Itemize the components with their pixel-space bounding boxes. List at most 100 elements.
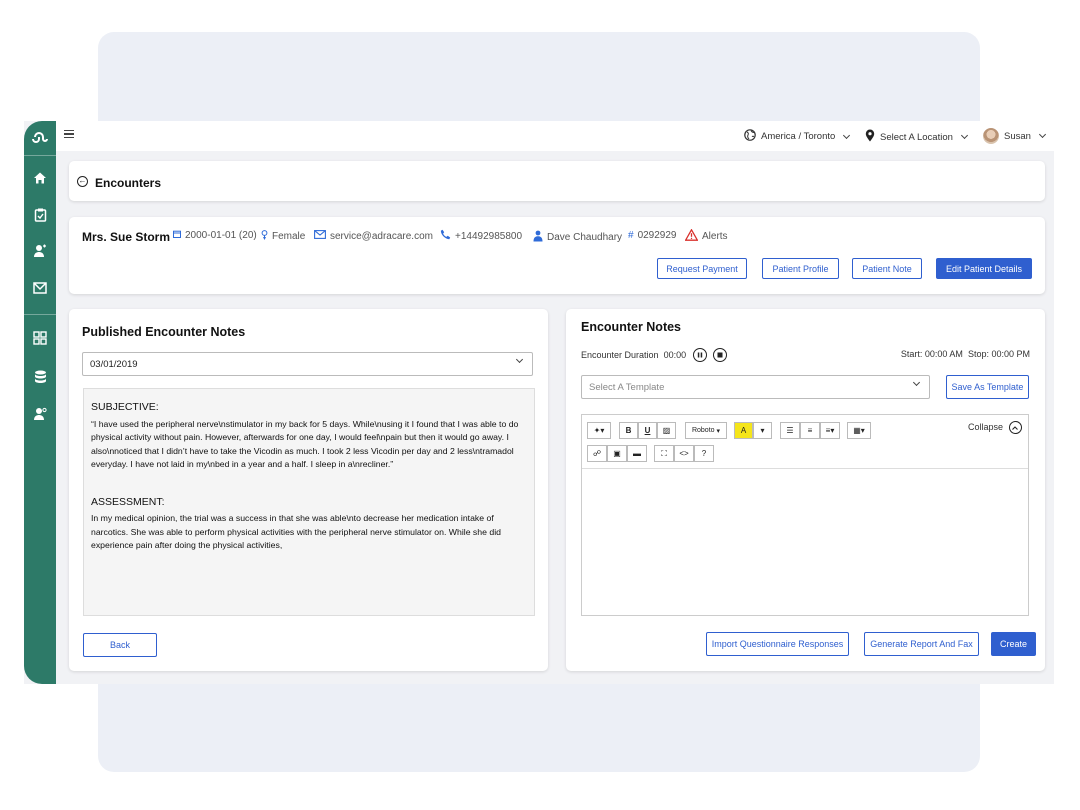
edit-patient-details-button[interactable]: Edit Patient Details bbox=[936, 258, 1032, 279]
highlight-button[interactable]: A bbox=[734, 422, 753, 439]
image-icon: ▣ bbox=[613, 449, 621, 458]
patient-gender: Female bbox=[261, 230, 305, 243]
patient-id: # 0292929 bbox=[628, 230, 677, 241]
sidebar-divider bbox=[24, 314, 56, 315]
avatar bbox=[983, 128, 999, 144]
gender-icon bbox=[261, 230, 268, 243]
encounter-times: Start: 00:00 AM Stop: 00:00 PM bbox=[901, 349, 1030, 359]
bullet-list-icon: ☰ bbox=[786, 426, 794, 435]
import-questionnaire-button[interactable]: Import Questionnaire Responses bbox=[706, 632, 849, 656]
user-name: Susan bbox=[1004, 130, 1031, 142]
user-menu[interactable]: Susan bbox=[983, 128, 1046, 144]
patient-card: Mrs. Sue Storm 2000-01-01 (20) Female se… bbox=[69, 217, 1045, 294]
top-bar: America / Toronto Select A Location Susa… bbox=[56, 121, 1054, 151]
editor-content-area[interactable] bbox=[582, 470, 1028, 615]
timezone-selector[interactable]: America / Toronto bbox=[744, 129, 851, 144]
patient-name: Mrs. Sue Storm bbox=[82, 230, 171, 244]
id-value: 0292929 bbox=[637, 230, 677, 241]
location-selector[interactable]: Select A Location bbox=[865, 129, 968, 145]
menu-icon[interactable] bbox=[64, 130, 74, 138]
clear-format-button[interactable]: ▨ bbox=[657, 422, 676, 439]
patient-alerts[interactable]: Alerts bbox=[684, 228, 728, 244]
note-date-select[interactable]: 03/01/2019 bbox=[82, 352, 533, 376]
globe-icon bbox=[744, 129, 756, 144]
assessment-text: In my medical opinion, the trial was a s… bbox=[91, 513, 501, 550]
image-button[interactable]: ▣ bbox=[607, 445, 627, 462]
chevron-down-icon bbox=[843, 131, 851, 139]
generate-report-button[interactable]: Generate Report And Fax bbox=[864, 632, 979, 656]
email-icon bbox=[314, 230, 326, 242]
chevron-down-icon bbox=[515, 355, 524, 364]
patient-note-button[interactable]: Patient Note bbox=[852, 258, 922, 279]
back-arrow-icon[interactable]: ← bbox=[77, 176, 88, 187]
chevron-up-icon bbox=[1008, 421, 1022, 434]
table-button[interactable]: ▦▾ bbox=[847, 422, 871, 439]
patient-icon[interactable] bbox=[31, 242, 49, 260]
link-button[interactable]: ☍ bbox=[587, 445, 607, 462]
font-name: Roboto bbox=[691, 427, 715, 434]
dashboard-icon[interactable] bbox=[31, 329, 49, 347]
bold-button[interactable]: B bbox=[619, 422, 638, 439]
chevron-down-icon bbox=[912, 378, 921, 387]
magic-format-button[interactable]: ✦▾ bbox=[587, 422, 611, 439]
create-button[interactable]: Create bbox=[991, 632, 1036, 656]
code-view-button[interactable]: <> bbox=[674, 445, 694, 462]
patient-phone[interactable]: +14492985800 bbox=[440, 229, 522, 243]
bold-icon: B bbox=[625, 426, 632, 435]
gender-value: Female bbox=[272, 231, 306, 242]
caret-down-icon: ▾ bbox=[760, 426, 765, 435]
stop-icon bbox=[713, 347, 727, 362]
patient-profile-button[interactable]: Patient Profile bbox=[762, 258, 839, 279]
encounter-notes-panel: Encounter Notes Encounter Duration 00:00… bbox=[566, 309, 1045, 671]
pause-button[interactable] bbox=[693, 346, 707, 364]
location-label: Select A Location bbox=[880, 131, 953, 143]
video-button[interactable]: ▬ bbox=[627, 445, 647, 462]
stop-button[interactable] bbox=[713, 346, 727, 364]
request-payment-button[interactable]: Request Payment bbox=[657, 258, 747, 279]
phone-value: +14492985800 bbox=[455, 230, 523, 242]
code-icon: <> bbox=[679, 449, 689, 458]
start-time: Start: 00:00 AM bbox=[900, 349, 963, 359]
database-icon[interactable] bbox=[31, 368, 49, 386]
duration-label: Encounter Duration bbox=[581, 350, 659, 360]
encounters-header: ← Encounters bbox=[69, 161, 1045, 201]
encounter-duration: Encounter Duration 00:00 bbox=[581, 350, 686, 360]
encounter-notes-title: Encounter Notes bbox=[581, 320, 682, 334]
eraser-icon: ▨ bbox=[662, 426, 671, 435]
align-icon: ≡▾ bbox=[825, 426, 835, 435]
sidebar-divider bbox=[24, 155, 56, 156]
underline-button[interactable]: U bbox=[638, 422, 657, 439]
help-button[interactable]: ? bbox=[694, 445, 714, 462]
patient-dob: 2000-01-01 (20) bbox=[173, 230, 257, 241]
fullscreen-button[interactable]: ⛶ bbox=[654, 445, 674, 462]
pause-icon bbox=[693, 347, 707, 362]
collapse-toggle[interactable]: Collapse bbox=[968, 421, 1022, 434]
patient-provider: Dave Chaudhary bbox=[533, 230, 622, 245]
align-button[interactable]: ≡▾ bbox=[820, 422, 840, 439]
patient-email[interactable]: service@adracare.com bbox=[314, 230, 433, 242]
location-pin-icon bbox=[865, 129, 875, 145]
mail-icon[interactable] bbox=[31, 279, 49, 297]
logo-icon[interactable] bbox=[31, 127, 49, 145]
font-family-select[interactable]: Roboto ▾ bbox=[685, 422, 727, 439]
bullet-list-button[interactable]: ☰ bbox=[780, 422, 800, 439]
chevron-down-icon bbox=[960, 131, 968, 140]
rich-text-editor: ✦▾ B U ▨ Roboto ▾ A ▾ ☰ ≡ ≡▾ ▦▾ ☍ ▣ ▬ ⛶ … bbox=[581, 414, 1029, 616]
highlight-dropdown[interactable]: ▾ bbox=[753, 422, 772, 439]
video-icon: ▬ bbox=[633, 449, 641, 458]
published-note-content: SUBJECTIVE: “I have used the peripheral … bbox=[83, 388, 535, 616]
back-button[interactable]: Back bbox=[83, 633, 157, 657]
published-notes-panel: Published Encounter Notes 03/01/2019 SUB… bbox=[69, 309, 548, 671]
template-placeholder: Select A Template bbox=[589, 381, 665, 393]
note-date-value: 03/01/2019 bbox=[90, 358, 138, 370]
template-select[interactable]: Select A Template bbox=[581, 375, 930, 399]
alert-icon bbox=[684, 228, 699, 244]
user-settings-icon[interactable] bbox=[31, 405, 49, 423]
home-icon[interactable] bbox=[31, 169, 49, 187]
magic-wand-icon: ✦▾ bbox=[593, 426, 605, 435]
underline-icon: U bbox=[644, 426, 651, 435]
stop-time: Stop: 00:00 PM bbox=[967, 349, 1030, 359]
save-as-template-button[interactable]: Save As Template bbox=[946, 375, 1029, 399]
clipboard-icon[interactable] bbox=[31, 206, 49, 224]
numbered-list-button[interactable]: ≡ bbox=[800, 422, 820, 439]
